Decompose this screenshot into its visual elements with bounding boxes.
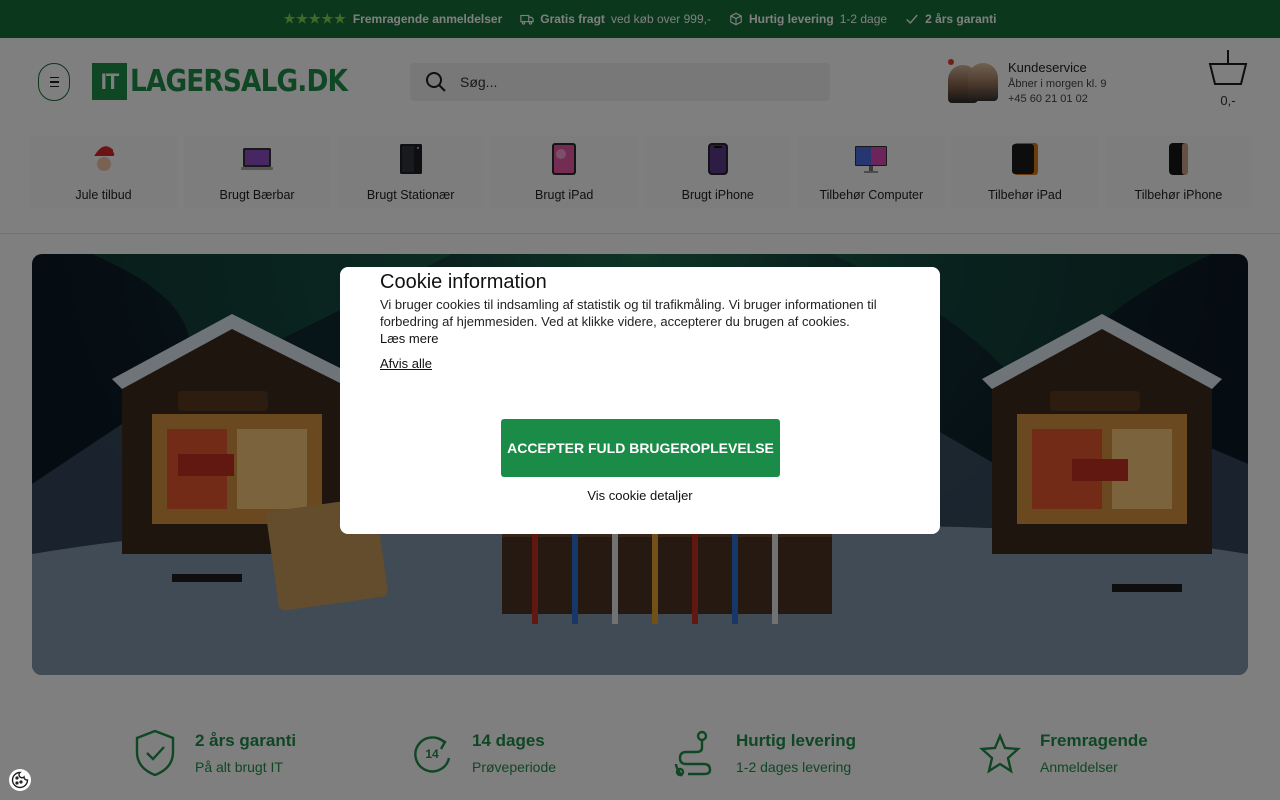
cookie-reject-all-link[interactable]: Afvis alle — [380, 356, 432, 371]
cookie-icon — [11, 771, 29, 789]
cookie-title: Cookie information — [380, 271, 547, 293]
cookie-read-more-link[interactable]: Læs mere — [380, 331, 900, 346]
cookie-body: Vi bruger cookies til indsamling af stat… — [380, 297, 877, 329]
cookie-accept-button[interactable]: ACCEPTER FULD BRUGEROPLEVELSE — [501, 419, 780, 477]
cookie-settings-button[interactable] — [9, 769, 31, 791]
cookie-details-link[interactable]: Vis cookie detaljer — [340, 488, 940, 503]
cookie-dialog: Cookie information Vi bruger cookies til… — [340, 267, 940, 534]
